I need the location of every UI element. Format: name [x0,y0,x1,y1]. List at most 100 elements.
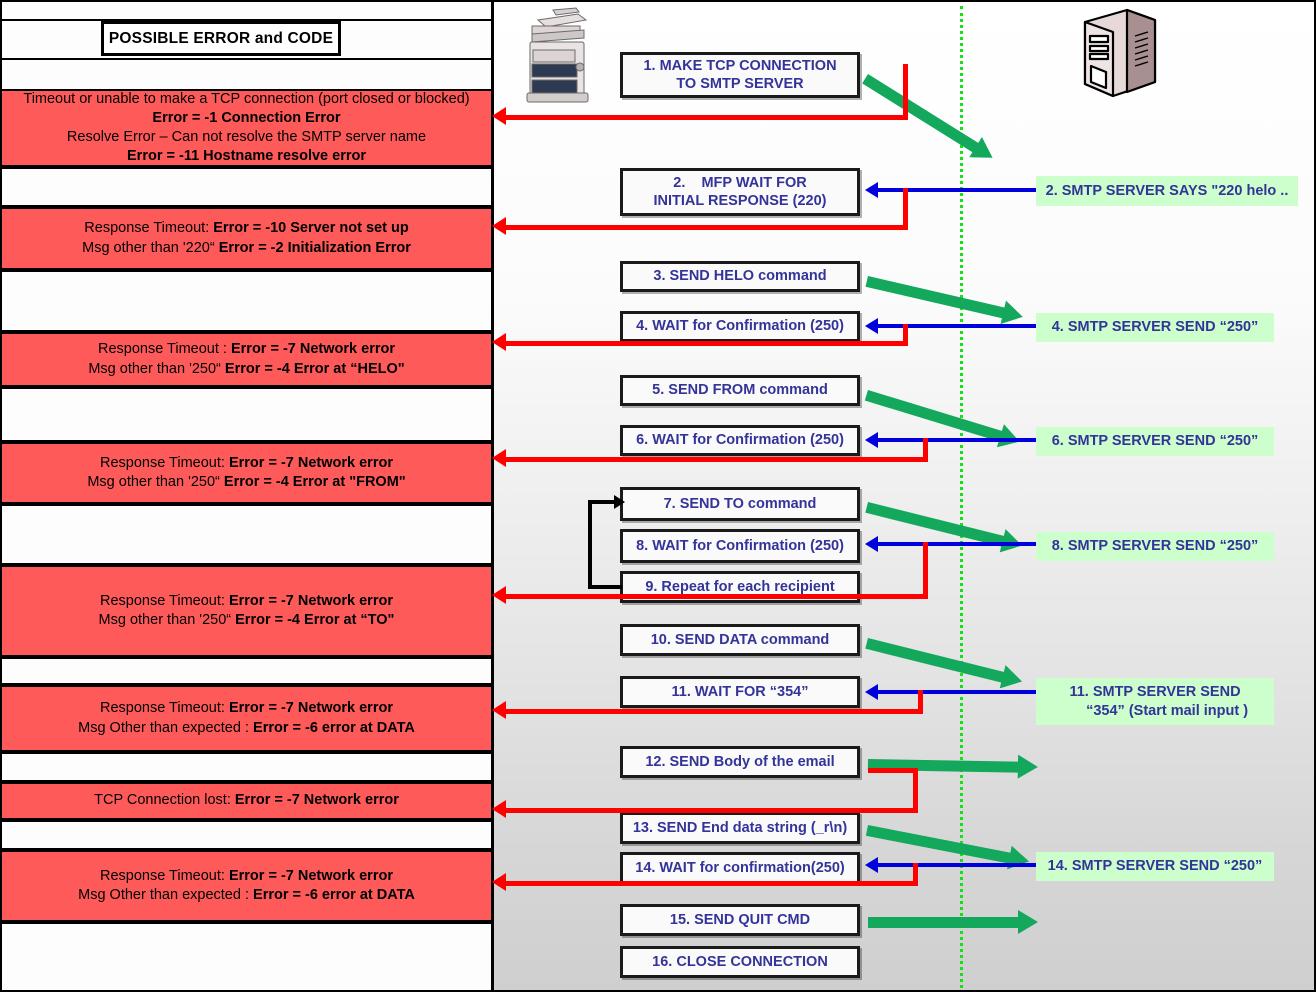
error-text: Timeout or unable to make a TCP connecti… [17,90,475,167]
error-text: Response Timeout: Error = -7 Network err… [93,592,401,630]
err-5: Response Timeout: Error = -7 Network err… [2,565,491,657]
mfp-printer-icon [516,4,600,108]
error-code: Error = -10 Server not set up [213,220,409,237]
error-text: TCP Connection lost: Error = -7 Network … [88,791,405,810]
step-box-3[interactable]: 3. SEND HELO command [620,261,860,292]
err-3: Response Timeout : Error = -7 Network er… [2,332,491,387]
error-text: Response Timeout: Error = -7 Network err… [72,867,421,905]
step-label: 5. SEND FROM command [652,382,828,399]
error-row-spacer [2,167,491,207]
error-code: Error = -7 Network error [230,341,395,358]
error-path-5-vert [923,542,928,599]
step-box-12[interactable]: 12. SEND Body of the email [620,746,860,778]
response-arrowhead-11 [865,684,878,700]
error-row-spacer [2,387,491,442]
server-reply-8[interactable]: 8. SMTP SERVER SEND “250” [1036,532,1274,561]
error-code: Error = -7 Network error [234,792,399,809]
error-text: Response Timeout: Error = -7 Network err… [72,699,421,737]
step-box-16[interactable]: 16. CLOSE CONNECTION [620,946,860,978]
repeat-loop-top [588,500,616,504]
error-description: Msg other than '220“ [82,239,219,256]
error-description: Msg other than '250“ [87,474,224,490]
error-path-3-horz [505,341,908,346]
server-reply-label: 8. SMTP SERVER SEND “250” [1051,538,1259,555]
server-reply-label: 6. SMTP SERVER SEND “250” [1051,433,1259,450]
step-label: 2. MFP WAIT FOR INITIAL RESPONSE (220) [653,174,827,209]
error-code: Error = -11 Hostname resolve error [127,148,366,165]
error-row-spacer [2,820,491,850]
mfp-server-divider [960,6,963,988]
step-box-4[interactable]: 4. WAIT for Confirmation (250) [620,311,860,342]
error-code: Error = -6 error at DATA [253,887,415,903]
step-box-10[interactable]: 10. SEND DATA command [620,624,860,656]
error-path-5-horz [505,594,928,599]
err-2: Response Timeout: Error = -10 Server not… [2,207,491,270]
step-box-5[interactable]: 5. SEND FROM command [620,375,860,406]
step-label: 12. SEND Body of the email [645,753,835,770]
server-reply-4[interactable]: 4. SMTP SERVER SEND “250” [1036,313,1274,342]
step-label: 4. WAIT for Confirmation (250) [636,318,844,335]
error-path-2-vert [903,188,908,230]
response-line-11 [878,690,1036,694]
repeat-loop-left [588,500,592,589]
error-text: Response Timeout: Error = -10 Server not… [76,219,417,257]
err-6: Response Timeout: Error = -7 Network err… [2,685,491,752]
step-box-7[interactable]: 7. SEND TO command [620,487,860,521]
repeat-loop-bottom [588,585,622,589]
error-code: Error = -7 Network error [228,700,393,717]
step-box-14[interactable]: 14. WAIT for confirmation(250) [620,852,860,884]
error-row-spacer [2,657,491,685]
server-reply-11[interactable]: 11. SMTP SERVER SEND “354” (Start mail i… [1036,678,1274,725]
error-description: TCP Connection lost: [94,792,235,809]
step-box-6[interactable]: 6. WAIT for Confirmation (250) [620,425,860,456]
error-code: Error = -7 Network error [228,454,393,471]
error-row-spacer [2,752,491,782]
response-line-4 [878,324,1036,328]
response-line-2 [878,188,1036,192]
step-label: 6. WAIT for Confirmation (250) [636,432,844,449]
server-reply-2[interactable]: 2. SMTP SERVER SAYS "220 helo .. [1036,176,1298,206]
server-reply-14[interactable]: 14. SMTP SERVER SEND “250” [1036,852,1274,881]
panel-title-box: POSSIBLE ERROR and CODE [101,21,341,56]
error-row-spacer [2,270,491,332]
step-box-11[interactable]: 11. WAIT FOR “354” [620,676,860,708]
error-code: Error = -4 Error at "FROM" [223,474,406,490]
error-path-6-horz [505,709,923,714]
step-box-13[interactable]: 13. SEND End data string (_r\n) [620,812,860,844]
error-description: Response Timeout : [97,341,231,358]
error-text: Response Timeout : Error = -7 Network er… [82,340,410,378]
error-description: Timeout or unable to make a TCP connecti… [23,90,470,107]
error-path-2-horz [505,225,908,230]
error-arrowhead-4 [492,449,506,467]
step-box-2[interactable]: 2. MFP WAIT FOR INITIAL RESPONSE (220) [620,168,860,216]
err-7: TCP Connection lost: Error = -7 Network … [2,782,491,820]
response-line-14 [878,863,1036,867]
response-line-8 [878,542,1036,546]
error-description: Msg Other than expected : [78,887,254,903]
server-reply-label: 11. SMTP SERVER SEND “354” (Start mail i… [1069,683,1249,719]
error-description: Response Timeout: [100,700,229,717]
error-path-1-vert [903,64,908,119]
error-path-1-horz [505,115,908,120]
error-description: Msg other than '250“ [88,360,225,377]
response-arrowhead-6 [865,432,878,448]
error-path-7-horz [505,808,918,813]
error-description: Response Timeout: [100,454,229,471]
error-arrowhead-1 [492,107,506,125]
step-label: 15. SEND QUIT CMD [669,911,811,928]
error-code: Error = -2 Initialization Error [218,239,411,256]
server-reply-6[interactable]: 6. SMTP SERVER SEND “250” [1036,427,1274,456]
server-reply-label: 14. SMTP SERVER SEND “250” [1047,858,1263,875]
server-reply-label: 2. SMTP SERVER SAYS "220 helo .. [1045,182,1289,199]
step-box-15[interactable]: 15. SEND QUIT CMD [620,904,860,936]
error-path-7-vert [913,768,918,812]
error-arrowhead-5 [492,586,506,604]
error-arrowhead-6 [492,701,506,719]
error-code: Error = -4 Error at “TO" [235,612,395,628]
step-label: 13. SEND End data string (_r\n) [632,819,848,836]
error-code-panel: POSSIBLE ERROR and CODE Timeout or unabl… [2,2,494,990]
step-label: 3. SEND HELO command [653,268,827,285]
step-box-8[interactable]: 8. WAIT for Confirmation (250) [620,529,860,563]
err-1: Timeout or unable to make a TCP connecti… [2,89,491,167]
step-box-1[interactable]: 1. MAKE TCP CONNECTION TO SMTP SERVER [620,52,860,98]
